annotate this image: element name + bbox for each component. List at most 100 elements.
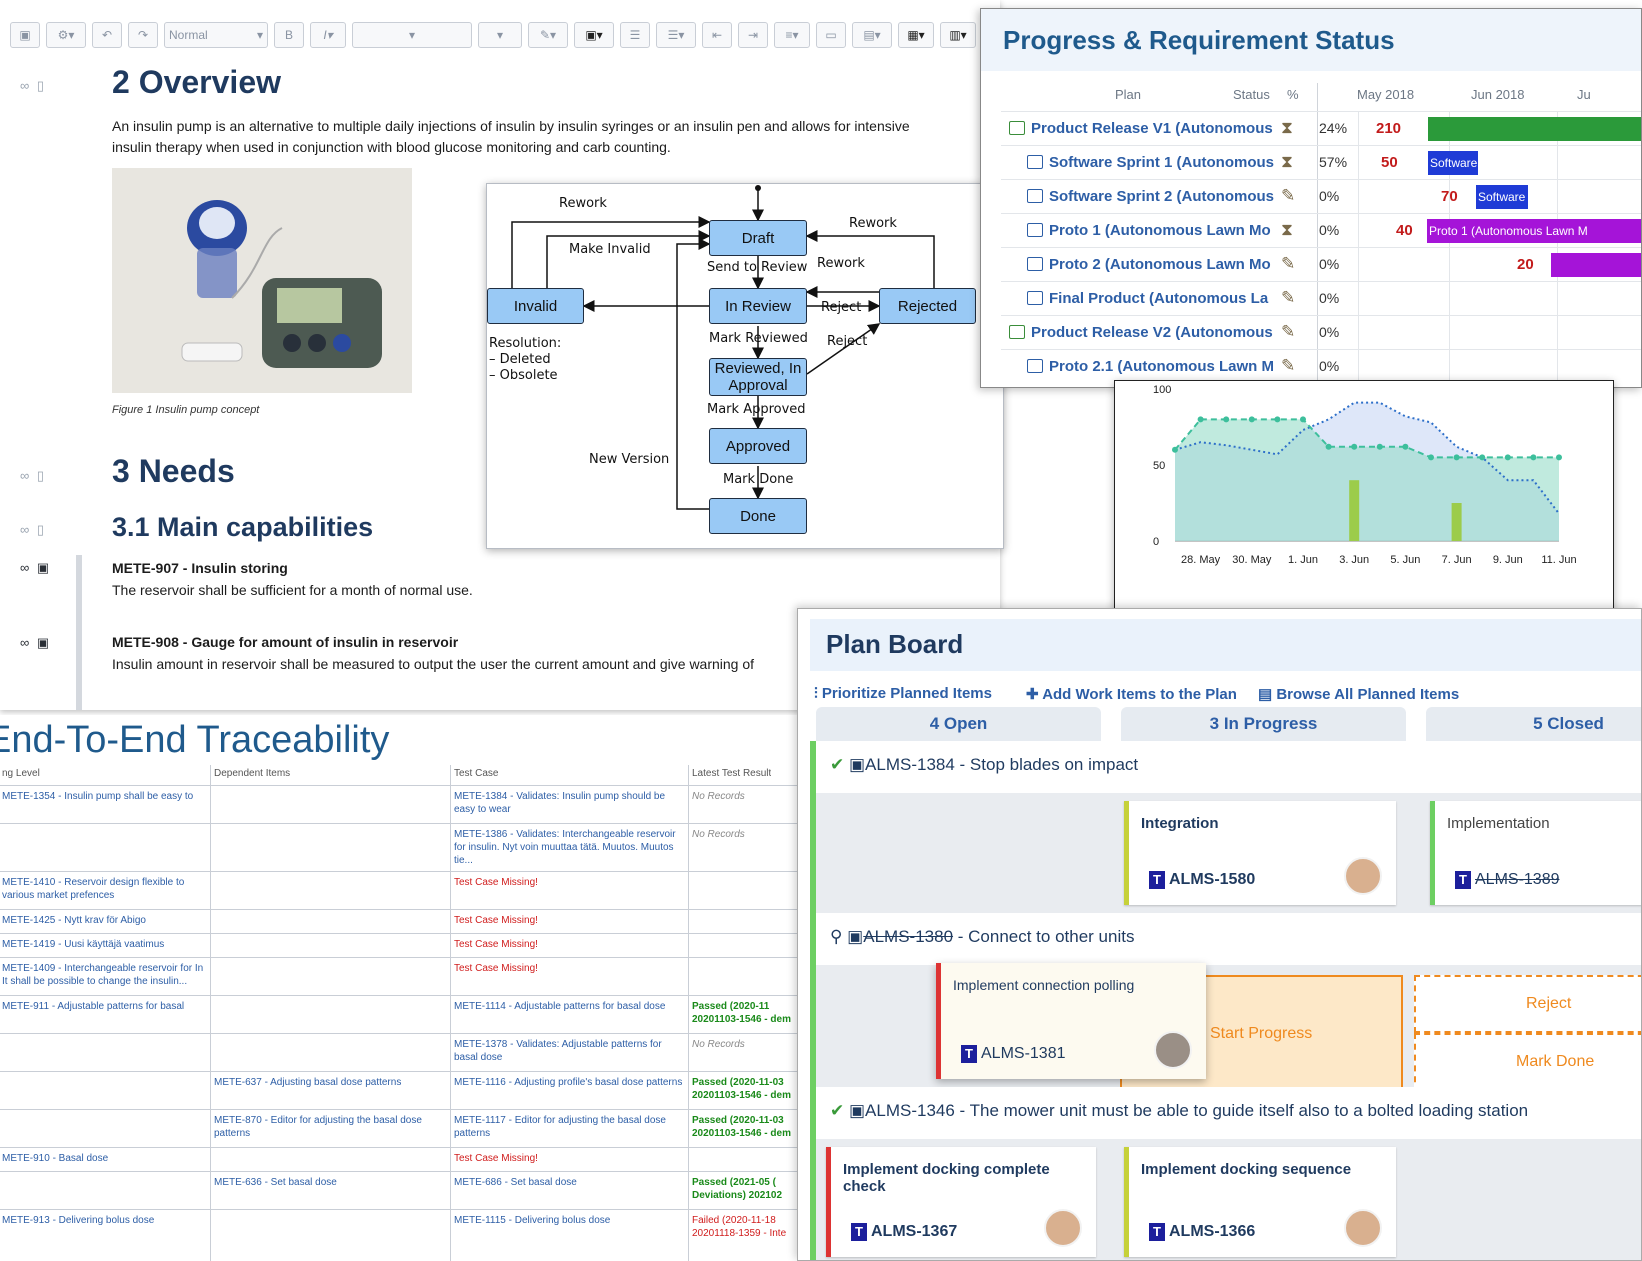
cell-test[interactable]: METE-1115 - Delivering bolus dose: [454, 1214, 684, 1248]
align-icon[interactable]: ≡▾: [774, 22, 810, 48]
gantt-bar[interactable]: [1428, 117, 1641, 141]
task-card-dragging[interactable]: Implement connection polling T ALMS-1381: [936, 963, 1206, 1079]
cell-test[interactable]: METE-1116 - Adjusting profile's basal do…: [454, 1076, 684, 1110]
plan-row[interactable]: Final Product (Autonomous La ✎ 0%: [1001, 281, 1641, 315]
plan-name[interactable]: Software Sprint 1 (Autonomous: [1049, 154, 1276, 171]
requirement-title[interactable]: METE-907 - Insulin storing: [112, 560, 288, 576]
task-card[interactable]: Implementation T ALMS-1389: [1430, 801, 1641, 905]
swimlane-header[interactable]: ⚲ ▣ALMS-1380 - Connect to other units: [810, 913, 1641, 965]
cell-level[interactable]: METE-1410 - Reservoir design flexible to…: [2, 876, 207, 910]
save-icon[interactable]: ▣: [10, 22, 40, 48]
cell-dep[interactable]: [214, 1000, 446, 1034]
plan-row[interactable]: Product Release V2 (Autonomous ✎ 0%: [1001, 315, 1641, 349]
layout-icon[interactable]: ▥▾: [940, 22, 976, 48]
requirement-icon[interactable]: ∞ ▣: [20, 560, 51, 576]
link-icon[interactable]: ∞ ▯: [20, 78, 46, 94]
cell-level[interactable]: [2, 1114, 207, 1148]
bullet-list-icon[interactable]: ☰▾: [656, 22, 696, 48]
plan-name[interactable]: Proto 2.1 (Autonomous Lawn M: [1049, 358, 1276, 375]
cell-dep[interactable]: METE-870 - Editor for adjusting the basa…: [214, 1114, 446, 1148]
cell-test[interactable]: Test Case Missing!: [454, 962, 684, 996]
plan-row[interactable]: Software Sprint 2 (Autonomous ✎ 0% 70 So…: [1001, 179, 1641, 213]
cell-level[interactable]: METE-1409 - Interchangeable reservoir fo…: [2, 962, 207, 996]
requirement-icon[interactable]: ∞ ▣: [20, 635, 51, 651]
column-in-progress[interactable]: 3 In Progress: [1121, 707, 1406, 741]
plan-row[interactable]: Proto 1 (Autonomous Lawn Mo ⧗ 0% 40 Prot…: [1001, 213, 1641, 247]
ordered-list-icon[interactable]: ☰: [620, 22, 650, 48]
gantt-bar[interactable]: [1551, 253, 1641, 277]
outdent-icon[interactable]: ⇤: [702, 22, 732, 48]
highlight-icon[interactable]: ✎▾: [528, 22, 568, 48]
card-id[interactable]: ALMS-1381: [981, 1045, 1066, 1063]
cell-level[interactable]: METE-911 - Adjustable patterns for basal: [2, 1000, 207, 1034]
insert-icon[interactable]: ▣▾: [574, 22, 614, 48]
swimlane-header[interactable]: ✔ ▣ALMS-1346 - The mower unit must be ab…: [810, 1087, 1641, 1139]
cell-test[interactable]: METE-1378 - Validates: Adjustable patter…: [454, 1038, 684, 1072]
cell-level[interactable]: [2, 1076, 207, 1110]
gantt-bar[interactable]: Software: [1428, 151, 1478, 175]
undo-icon[interactable]: ↶: [92, 22, 122, 48]
swimlane-header[interactable]: ✔ ▣ALMS-1384 - Stop blades on impact: [810, 741, 1641, 793]
gear-icon[interactable]: ⚙▾: [46, 22, 86, 48]
cell-dep[interactable]: [214, 1214, 446, 1248]
cell-level[interactable]: [2, 1176, 207, 1210]
cell-dep[interactable]: [214, 1038, 446, 1072]
cell-dep[interactable]: [214, 914, 446, 934]
plan-row[interactable]: Product Release V1 (Autonomous ⧗ 24% 210: [1001, 111, 1641, 145]
cell-test[interactable]: METE-1117 - Editor for adjusting the bas…: [454, 1114, 684, 1148]
plan-name[interactable]: Software Sprint 2 (Autonomous: [1049, 188, 1276, 205]
indent-icon[interactable]: ⇥: [738, 22, 768, 48]
card-id[interactable]: ALMS-1366: [1169, 1223, 1255, 1241]
cell-level[interactable]: METE-1425 - Nytt krav för Abigo: [2, 914, 207, 934]
column-open[interactable]: 4 Open: [816, 707, 1101, 741]
card-id[interactable]: ALMS-1580: [1169, 871, 1255, 889]
prioritize-button[interactable]: ⫶ Prioritize Planned Items: [814, 685, 992, 702]
cell-dep[interactable]: METE-636 - Set basal dose: [214, 1176, 446, 1210]
bold-button[interactable]: B: [274, 22, 304, 48]
card-id[interactable]: ALMS-1389: [1475, 871, 1560, 889]
cell-test[interactable]: Test Case Missing!: [454, 938, 684, 958]
cell-level[interactable]: METE-910 - Basal dose: [2, 1152, 207, 1172]
cell-level[interactable]: METE-913 - Delivering bolus dose: [2, 1214, 207, 1248]
drop-zone-reject[interactable]: Reject: [1414, 975, 1641, 1033]
cell-test[interactable]: METE-1384 - Validates: Insulin pump shou…: [454, 790, 684, 824]
plan-name[interactable]: Product Release V2 (Autonomous: [1031, 324, 1276, 341]
cell-test[interactable]: Test Case Missing!: [454, 1152, 684, 1172]
add-items-button[interactable]: ✚ Add Work Items to the Plan: [1026, 685, 1237, 703]
cell-test[interactable]: Test Case Missing!: [454, 914, 684, 934]
font-size-select[interactable]: ▾: [478, 22, 522, 48]
cell-dep[interactable]: METE-637 - Adjusting basal dose patterns: [214, 1076, 446, 1110]
italic-button[interactable]: I ▾: [310, 22, 346, 48]
card-id[interactable]: ALMS-1367: [871, 1223, 957, 1241]
task-card[interactable]: Integration T ALMS-1580: [1124, 801, 1396, 905]
plan-name[interactable]: Product Release V1 (Autonomous: [1031, 120, 1276, 137]
column-closed[interactable]: 5 Closed: [1426, 707, 1641, 741]
drop-zone-done[interactable]: Mark Done: [1414, 1033, 1641, 1093]
gantt-bar[interactable]: Software: [1476, 185, 1528, 209]
cell-level[interactable]: [2, 1038, 207, 1072]
cell-test[interactable]: Test Case Missing!: [454, 876, 684, 910]
link-icon[interactable]: ∞ ▯: [20, 468, 46, 484]
cell-dep[interactable]: [214, 962, 446, 996]
plan-row[interactable]: Proto 2.1 (Autonomous Lawn M ✎ 0%: [1001, 349, 1641, 383]
cell-dep[interactable]: [214, 828, 446, 872]
cell-level[interactable]: METE-1354 - Insulin pump shall be easy t…: [2, 790, 207, 824]
link-icon[interactable]: ∞ ▯: [20, 522, 46, 538]
table-icon[interactable]: ▦▾: [898, 22, 934, 48]
cell-dep[interactable]: [214, 1152, 446, 1172]
task-card[interactable]: Implement docking sequence T ALMS-1366: [1124, 1147, 1396, 1257]
requirement-title[interactable]: METE-908 - Gauge for amount of insulin i…: [112, 634, 458, 650]
cell-test[interactable]: METE-1114 - Adjustable patterns for basa…: [454, 1000, 684, 1034]
cell-test[interactable]: METE-1386 - Validates: Interchangeable r…: [454, 828, 684, 872]
plan-row[interactable]: Software Sprint 1 (Autonomous ⧗ 57% 50 S…: [1001, 145, 1641, 179]
style-select[interactable]: Normal ▾: [164, 22, 268, 48]
comment-icon[interactable]: ▭: [816, 22, 846, 48]
browse-items-button[interactable]: ▤ Browse All Planned Items: [1258, 685, 1459, 703]
task-card[interactable]: Implement docking complete check T ALMS-…: [826, 1147, 1096, 1257]
redo-icon[interactable]: ↷: [128, 22, 158, 48]
cell-dep[interactable]: [214, 876, 446, 910]
plan-name[interactable]: Final Product (Autonomous La: [1049, 290, 1276, 307]
cell-dep[interactable]: [214, 938, 446, 958]
plan-row[interactable]: Proto 2 (Autonomous Lawn Mo ✎ 0% 20: [1001, 247, 1641, 281]
font-select[interactable]: ▾: [352, 22, 472, 48]
